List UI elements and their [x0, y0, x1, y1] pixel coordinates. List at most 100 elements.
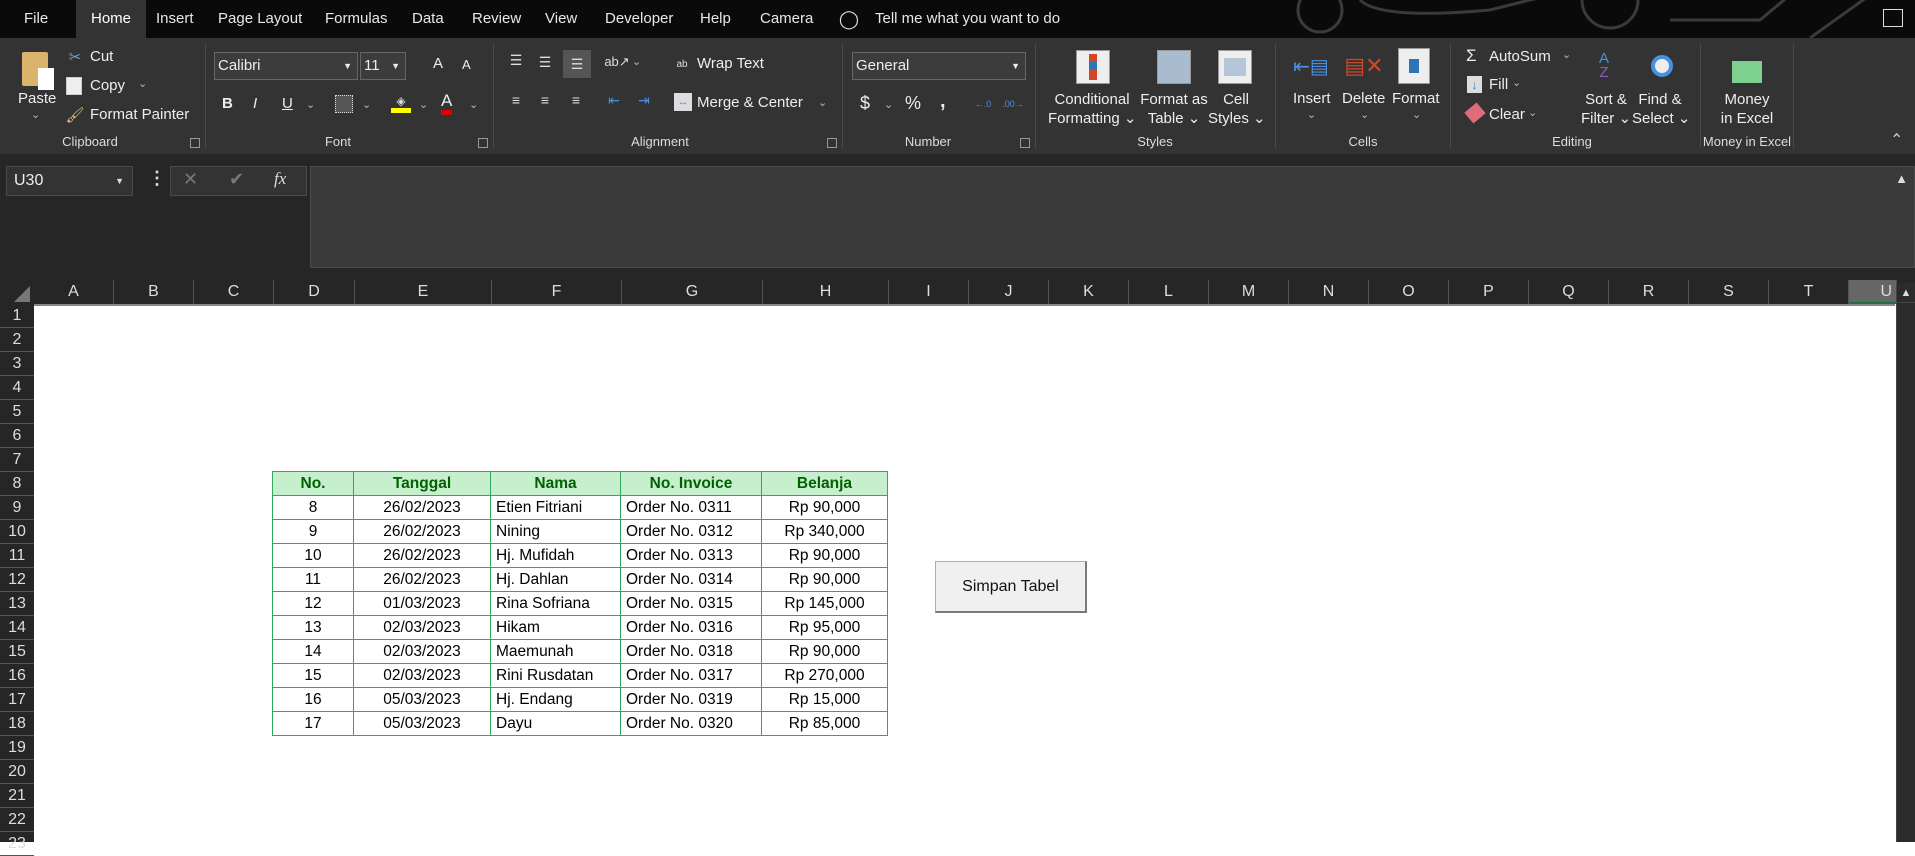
row-header-18[interactable]: 18 [0, 712, 34, 736]
select-all-icon[interactable] [14, 286, 30, 302]
bold-button[interactable]: B [222, 95, 233, 112]
merge-center-button[interactable]: Merge & Center [697, 94, 803, 111]
cut-button[interactable]: Cut [90, 48, 113, 65]
cell-no[interactable]: 8 [272, 495, 354, 520]
cell-no[interactable]: 17 [272, 711, 354, 736]
cell-styles-button[interactable]: Cell Styles ⌄ [1208, 90, 1266, 128]
font-name-select[interactable]: Calibri ▼ [214, 52, 358, 80]
clipboard-launcher-icon[interactable] [190, 138, 200, 148]
increase-indent-icon[interactable]: ⇥ [633, 90, 655, 110]
cell-invoice[interactable]: Order No. 0311 [620, 495, 762, 520]
collapse-formula-bar-icon[interactable]: ▲ [1895, 171, 1908, 186]
column-header-n[interactable]: N [1289, 280, 1369, 304]
cell-invoice[interactable]: Order No. 0316 [620, 615, 762, 640]
cell-invoice[interactable]: Order No. 0315 [620, 591, 762, 616]
column-header-s[interactable]: S [1689, 280, 1769, 304]
row-header-21[interactable]: 21 [0, 784, 34, 808]
cell-nama[interactable]: Hj. Mufidah [490, 543, 621, 568]
column-header-b[interactable]: B [114, 280, 194, 304]
format-painter-button[interactable]: Format Painter [90, 106, 189, 123]
row-header-16[interactable]: 16 [0, 664, 34, 688]
cell-invoice[interactable]: Order No. 0314 [620, 567, 762, 592]
row-header-3[interactable]: 3 [0, 352, 34, 376]
column-header-d[interactable]: D [274, 280, 355, 304]
column-header-q[interactable]: Q [1529, 280, 1609, 304]
row-header-10[interactable]: 10 [0, 520, 34, 544]
cell-belanja[interactable]: Rp 270,000 [761, 663, 888, 688]
tab-developer[interactable]: Developer [595, 0, 683, 38]
row-header-13[interactable]: 13 [0, 592, 34, 616]
collapse-ribbon-icon[interactable]: ⌃ [1890, 130, 1903, 150]
cell-belanja[interactable]: Rp 90,000 [761, 639, 888, 664]
scroll-up-icon[interactable]: ▲ [1897, 283, 1915, 303]
row-header-22[interactable]: 22 [0, 808, 34, 832]
column-header-t[interactable]: T [1769, 280, 1849, 304]
cell-tanggal[interactable]: 26/02/2023 [353, 567, 491, 592]
column-header-o[interactable]: O [1369, 280, 1449, 304]
cell-invoice[interactable]: Order No. 0313 [620, 543, 762, 568]
cell-no[interactable]: 11 [272, 567, 354, 592]
tab-insert[interactable]: Insert [146, 0, 204, 38]
autosum-button[interactable]: AutoSum [1489, 48, 1551, 65]
copy-button[interactable]: Copy [90, 77, 125, 94]
row-header-12[interactable]: 12 [0, 568, 34, 592]
increase-decimal-icon[interactable]: ←.0 [972, 93, 994, 115]
header-tanggal[interactable]: Tanggal [353, 471, 491, 496]
clear-dropdown-icon[interactable]: ⌄ [1528, 106, 1537, 119]
tab-formulas[interactable]: Formulas [315, 0, 398, 38]
cell-belanja[interactable]: Rp 340,000 [761, 519, 888, 544]
decrease-indent-icon[interactable]: ⇤ [603, 90, 625, 110]
comments-icon[interactable] [1883, 9, 1903, 27]
sort-filter-button[interactable]: Sort & Filter ⌄ [1580, 90, 1632, 128]
header-no[interactable]: No. [272, 471, 354, 496]
borders-icon[interactable] [335, 95, 353, 113]
cell-tanggal[interactable]: 26/02/2023 [353, 519, 491, 544]
money-in-excel-button[interactable]: Money in Excel [1712, 90, 1782, 128]
cell-tanggal[interactable]: 02/03/2023 [353, 639, 491, 664]
vertical-scrollbar[interactable]: ▲ [1896, 283, 1915, 842]
fill-dropdown-icon[interactable]: ⌄ [1512, 76, 1521, 89]
format-dropdown-icon[interactable]: ⌄ [1412, 108, 1421, 121]
tab-file[interactable]: File [14, 0, 58, 38]
delete-dropdown-icon[interactable]: ⌄ [1360, 108, 1369, 121]
cell-invoice[interactable]: Order No. 0318 [620, 639, 762, 664]
formula-input[interactable]: ▲ [310, 166, 1915, 268]
tab-help[interactable]: Help [690, 0, 741, 38]
cell-invoice[interactable]: Order No. 0317 [620, 663, 762, 688]
cell-nama[interactable]: Rini Rusdatan [490, 663, 621, 688]
font-color-dropdown-icon[interactable]: ⌄ [469, 98, 478, 111]
italic-button[interactable]: I [253, 95, 257, 112]
cell-nama[interactable]: Nining [490, 519, 621, 544]
cell-no[interactable]: 14 [272, 639, 354, 664]
cell-belanja[interactable]: Rp 15,000 [761, 687, 888, 712]
row-header-17[interactable]: 17 [0, 688, 34, 712]
cell-no[interactable]: 13 [272, 615, 354, 640]
tab-page-layout[interactable]: Page Layout [208, 0, 312, 38]
cell-belanja[interactable]: Rp 95,000 [761, 615, 888, 640]
row-header-8[interactable]: 8 [0, 472, 34, 496]
column-header-h[interactable]: H [763, 280, 889, 304]
column-header-m[interactable]: M [1209, 280, 1289, 304]
column-header-j[interactable]: J [969, 280, 1049, 304]
column-header-p[interactable]: P [1449, 280, 1529, 304]
name-box[interactable]: U30 ▼ [6, 166, 133, 196]
tell-me-search[interactable]: Tell me what you want to do [865, 0, 1070, 38]
enter-icon[interactable]: ✔ [229, 169, 244, 190]
column-header-f[interactable]: F [492, 280, 622, 304]
delete-cells-button[interactable]: Delete [1342, 90, 1385, 107]
tab-data[interactable]: Data [402, 0, 454, 38]
cell-no[interactable]: 15 [272, 663, 354, 688]
format-cells-button[interactable]: Format [1392, 90, 1440, 107]
align-bottom-icon[interactable]: ☰ [563, 50, 591, 78]
column-header-l[interactable]: L [1129, 280, 1209, 304]
find-select-button[interactable]: Find & Select ⌄ [1632, 90, 1690, 128]
cell-invoice[interactable]: Order No. 0320 [620, 711, 762, 736]
cell-nama[interactable]: Hj. Dahlan [490, 567, 621, 592]
cell-tanggal[interactable]: 02/03/2023 [353, 615, 491, 640]
currency-button[interactable]: $ [860, 93, 870, 114]
alignment-launcher-icon[interactable] [827, 138, 837, 148]
orientation-dropdown-icon[interactable]: ⌄ [632, 55, 641, 68]
cell-nama[interactable]: Rina Sofriana [490, 591, 621, 616]
column-header-e[interactable]: E [355, 280, 492, 304]
cell-nama[interactable]: Hj. Endang [490, 687, 621, 712]
